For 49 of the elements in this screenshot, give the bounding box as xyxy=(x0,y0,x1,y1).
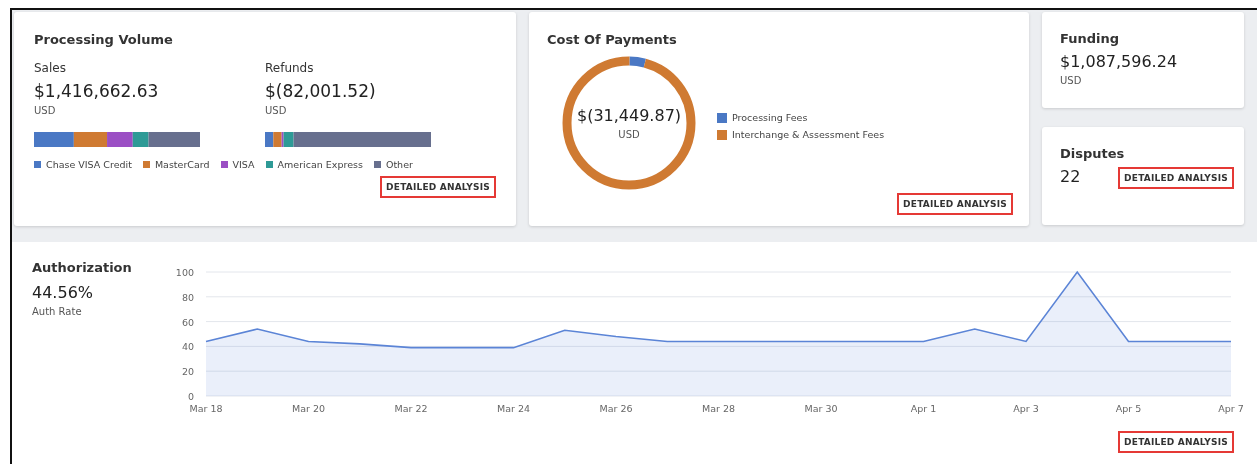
card-title: Processing Volume xyxy=(34,32,174,47)
legend-label: MasterCard xyxy=(154,159,210,170)
metric-label: Refunds xyxy=(265,61,315,75)
y-axis-label: 40 xyxy=(181,341,194,353)
x-axis-label: Apr 1 xyxy=(910,403,937,414)
card-title: Funding xyxy=(1060,31,1121,46)
donut-total: $(31,449.87) xyxy=(576,106,682,125)
currency-label: USD xyxy=(618,129,640,140)
x-axis-label: Mar 26 xyxy=(599,403,633,414)
detailed-analysis-button[interactable]: DETAILED ANALYSIS xyxy=(380,176,496,198)
metric-value: $1,416,662.63 xyxy=(34,81,160,101)
x-axis-label: Mar 30 xyxy=(804,403,838,414)
x-axis-label: Mar 24 xyxy=(497,403,530,414)
legend-label: Processing Fees xyxy=(732,112,808,123)
x-axis-label: Mar 22 xyxy=(394,403,428,414)
legend-label: American Express xyxy=(277,159,363,170)
bar-segment xyxy=(265,132,274,147)
legend-label: Other xyxy=(385,159,413,170)
legend-label: VISA xyxy=(232,159,255,170)
metric-value: $(82,001.52) xyxy=(265,81,377,101)
metric-value: 22 xyxy=(1060,167,1081,186)
x-axis-label: Mar 18 xyxy=(189,403,223,414)
currency-label: USD xyxy=(1060,75,1083,86)
legend-label: Interchange & Assessment Fees xyxy=(732,129,885,140)
x-axis-label: Mar 28 xyxy=(702,403,735,414)
metric-label: Auth Rate xyxy=(32,306,83,317)
legend-label: Chase VISA Credit xyxy=(46,159,132,170)
card-title: Disputes xyxy=(1060,146,1126,161)
detailed-analysis-button[interactable]: DETAILED ANALYSIS xyxy=(897,193,1013,215)
y-axis-label: 60 xyxy=(181,316,194,328)
bar-segment xyxy=(34,132,74,147)
currency-label: USD xyxy=(265,105,288,116)
card-title: Authorization xyxy=(32,260,133,275)
x-axis-label: Apr 5 xyxy=(1115,403,1142,414)
detailed-analysis-button[interactable]: DETAILED ANALYSIS xyxy=(1118,431,1234,453)
metric-value: 44.56% xyxy=(32,283,94,302)
currency-label: USD xyxy=(34,105,57,116)
y-axis-label: 100 xyxy=(175,267,194,278)
bar-segment xyxy=(73,132,108,147)
y-axis-label: 20 xyxy=(181,366,194,378)
x-axis-label: Apr 7 xyxy=(1218,403,1244,414)
y-axis-label: 0 xyxy=(187,391,194,402)
x-axis-label: Apr 3 xyxy=(1013,403,1039,414)
metric-value: $1,087,596.24 xyxy=(1060,52,1179,71)
detailed-analysis-button[interactable]: DETAILED ANALYSIS xyxy=(1118,167,1234,189)
y-axis-label: 80 xyxy=(181,291,194,303)
x-axis-label: Mar 20 xyxy=(292,403,325,414)
card-title: Cost Of Payments xyxy=(547,32,678,47)
metric-label: Sales xyxy=(34,61,67,75)
